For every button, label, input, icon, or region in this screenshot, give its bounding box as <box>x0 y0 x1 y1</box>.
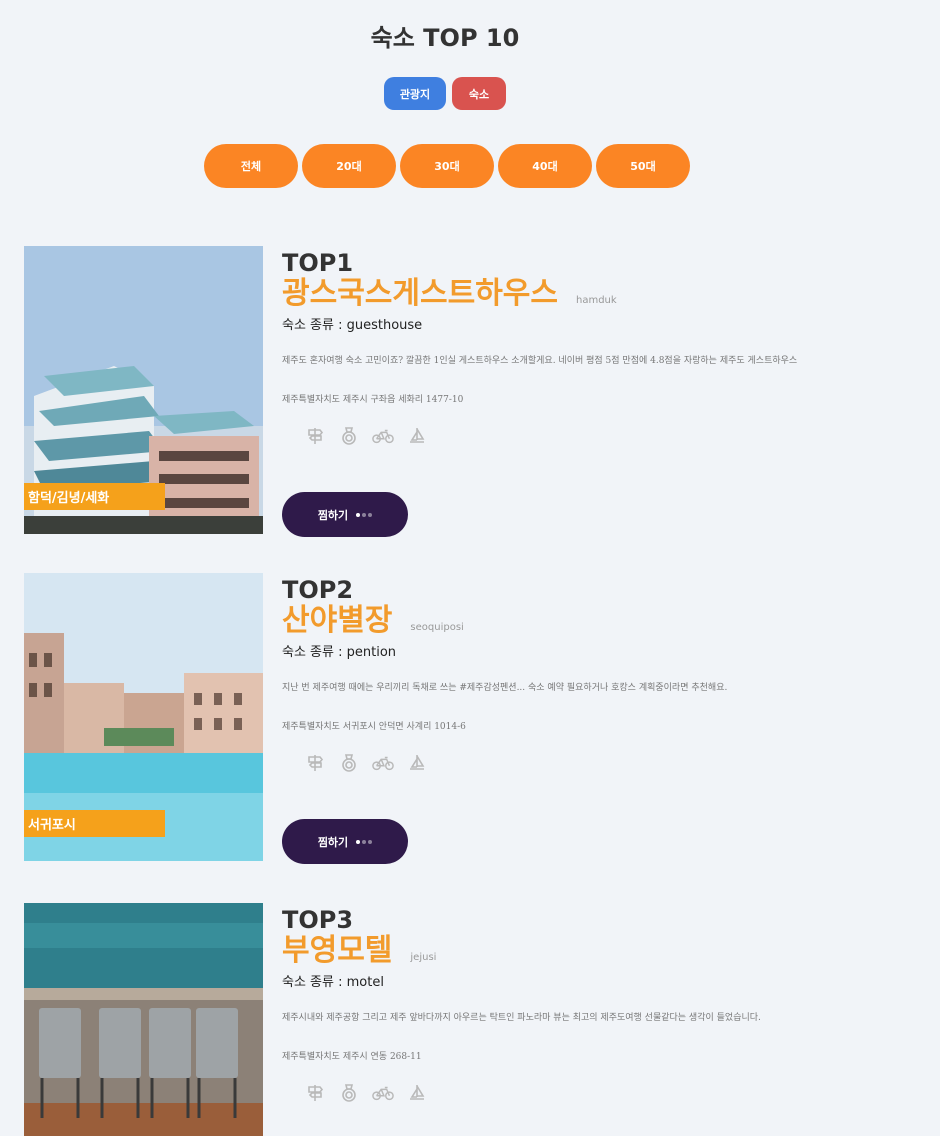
age-tab-all[interactable]: 전체 <box>204 144 298 188</box>
medal-icon <box>338 425 360 447</box>
listing-address: 제주특별자치도 서귀포시 안덕면 사계리 1014-6 <box>282 722 466 732</box>
loading-dots-icon <box>356 512 373 517</box>
rank-label: TOP3 <box>282 906 354 934</box>
listing-area-romanized: jejusi <box>410 952 437 963</box>
listing-address: 제주특별자치도 제주시 연동 268-11 <box>282 1052 422 1062</box>
age-filter-tabs: 전체 20대 30대 40대 50대 <box>204 144 690 188</box>
category-tabs: 관광지 숙소 <box>384 77 506 110</box>
listing-image[interactable] <box>24 903 263 1136</box>
listing-info: TOP3 부영모텔 jejusi 숙소 종류 : motel 제주시내와 제주공… <box>282 903 940 1104</box>
tab-attractions[interactable]: 관광지 <box>384 77 446 110</box>
listing-area-romanized: hamduk <box>576 295 617 306</box>
rank-label: TOP2 <box>282 576 354 604</box>
bicycle-icon <box>372 425 394 447</box>
listing-card: 서귀포시 TOP2 산야별장 seoquiposi 숙소 종류 : pentio… <box>24 573 940 864</box>
listing-description: 지난 번 제주여행 때에는 우리끼리 독채로 쓰는 #제주감성펜션... 숙소 … <box>282 683 728 693</box>
listing-description: 제주도 혼자여행 숙소 고민이죠? 깔끔한 1인실 게스트하우스 소개할게요. … <box>282 356 798 366</box>
region-label: 서귀포시 <box>24 810 165 837</box>
listing-card: 함덕/김녕/세화 TOP1 광스국스게스트하우스 hamduk 숙소 종류 : … <box>24 246 940 537</box>
like-button-label: 찜하기 <box>317 508 349 522</box>
tab-accommodation[interactable]: 숙소 <box>452 77 506 110</box>
signpost-icon <box>304 1082 326 1104</box>
like-button[interactable]: 찜하기 <box>282 819 408 864</box>
listing-name[interactable]: 부영모텔 <box>282 933 392 969</box>
loading-dots-icon <box>356 839 373 844</box>
like-button[interactable]: 찜하기 <box>282 492 408 537</box>
sailboat-icon <box>406 425 428 447</box>
listing-info: TOP2 산야별장 seoquiposi 숙소 종류 : pention 지난 … <box>282 573 940 774</box>
listing-name[interactable]: 산야별장 <box>282 603 392 639</box>
medal-icon <box>338 752 360 774</box>
listing-address: 제주특별자치도 제주시 구좌읍 세화리 1477-10 <box>282 395 464 405</box>
age-tab-50s[interactable]: 50대 <box>596 144 690 188</box>
listing-name[interactable]: 광스국스게스트하우스 <box>282 276 558 312</box>
listing-type: 숙소 종류 : motel <box>282 975 384 990</box>
listing-type: 숙소 종류 : guesthouse <box>282 318 423 333</box>
age-tab-20s[interactable]: 20대 <box>302 144 396 188</box>
rank-label: TOP1 <box>282 249 354 277</box>
region-label: 함덕/김녕/세화 <box>24 483 165 510</box>
listing-area-romanized: seoquiposi <box>410 622 464 633</box>
signpost-icon <box>304 752 326 774</box>
amenity-icons <box>304 752 940 774</box>
like-button-label: 찜하기 <box>317 835 349 849</box>
listing-description: 제주시내와 제주공항 그리고 제주 앞바다까지 아우르는 탁트인 파노라마 뷰는… <box>282 1013 761 1023</box>
page-title: 숙소 TOP 10 <box>370 24 520 52</box>
medal-icon <box>338 1082 360 1104</box>
listing-info: TOP1 광스국스게스트하우스 hamduk 숙소 종류 : guesthous… <box>282 246 940 447</box>
signpost-icon <box>304 425 326 447</box>
age-tab-30s[interactable]: 30대 <box>400 144 494 188</box>
bicycle-icon <box>372 752 394 774</box>
sailboat-icon <box>406 1082 428 1104</box>
listing-image[interactable]: 함덕/김녕/세화 <box>24 246 263 534</box>
sailboat-icon <box>406 752 428 774</box>
amenity-icons <box>304 1082 940 1104</box>
age-tab-40s[interactable]: 40대 <box>498 144 592 188</box>
bicycle-icon <box>372 1082 394 1104</box>
listing-image[interactable]: 서귀포시 <box>24 573 263 861</box>
amenity-icons <box>304 425 940 447</box>
listing-type: 숙소 종류 : pention <box>282 645 397 660</box>
listing-card: TOP3 부영모텔 jejusi 숙소 종류 : motel 제주시내와 제주공… <box>24 903 940 1136</box>
